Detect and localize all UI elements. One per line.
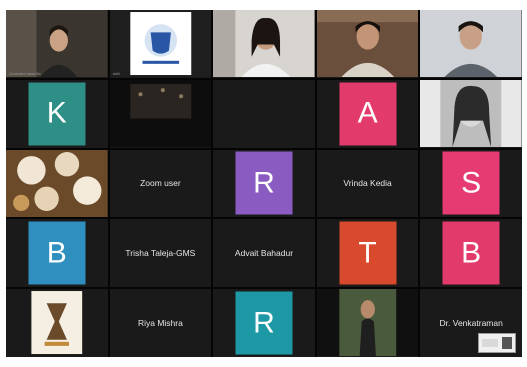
participant-tile[interactable]: B <box>6 219 108 288</box>
participant-avatar: R <box>235 291 293 355</box>
participant-tile[interactable] <box>420 79 522 148</box>
participant-video <box>6 10 108 78</box>
participant-tile[interactable]: Trisha Taleja-GMS <box>109 219 212 288</box>
participant-tile[interactable]: R <box>213 149 315 218</box>
participant-display-name: Trisha Taleja-GMS <box>125 248 196 259</box>
participant-tile[interactable] <box>213 79 315 148</box>
participant-video <box>420 10 522 78</box>
participant-tile[interactable] <box>6 149 108 218</box>
self-view-panel <box>502 337 512 349</box>
participant-tile[interactable]: Advait Bahadur <box>213 219 315 288</box>
participant-video <box>6 149 108 218</box>
participant-video <box>109 10 212 78</box>
participant-avatar: A <box>339 82 397 146</box>
participant-tile[interactable]: vidhi <box>109 10 212 78</box>
participant-tile[interactable]: Riya Mishra <box>109 289 212 357</box>
participant-tile[interactable]: B <box>420 219 522 288</box>
participant-avatar: R <box>235 151 293 215</box>
participant-tile[interactable]: Vrinda Kedia <box>316 149 419 218</box>
participant-video <box>6 289 108 357</box>
participant-tile[interactable]: T <box>316 219 419 288</box>
participant-tile[interactable]: K <box>6 79 108 148</box>
self-view-panel <box>482 339 498 347</box>
participant-video <box>316 289 419 357</box>
participant-tile[interactable] <box>213 10 315 78</box>
participant-avatar: T <box>339 221 397 285</box>
participant-video <box>316 10 419 78</box>
participant-tile[interactable] <box>109 79 212 148</box>
participant-avatar: B <box>442 221 500 285</box>
participant-avatar: S <box>442 151 500 215</box>
participant-name-label: Concealed name tile <box>9 71 41 76</box>
participant-video <box>109 79 212 148</box>
participant-tile[interactable]: Concealed name tile <box>6 10 108 78</box>
participant-avatar: K <box>28 82 86 146</box>
participant-tile[interactable] <box>316 10 419 78</box>
participant-video <box>420 79 522 148</box>
zoom-gallery-view: Concealed name tile vidhi K A Zoom user R Vrin… <box>6 10 522 357</box>
participant-tile[interactable]: S <box>420 149 522 218</box>
participant-tile[interactable]: Zoom user <box>109 149 212 218</box>
participant-display-name: Advait Bahadur <box>234 248 294 259</box>
participant-grid: Concealed name tile vidhi K A Zoom user R Vrin… <box>6 10 522 357</box>
participant-display-name: Zoom user <box>140 178 181 189</box>
participant-tile[interactable] <box>420 10 522 78</box>
participant-display-name: Riya Mishra <box>137 318 183 329</box>
participant-name-label: vidhi <box>112 71 120 76</box>
participant-avatar: B <box>28 221 86 285</box>
participant-tile[interactable] <box>316 289 419 357</box>
participant-tile[interactable]: R <box>213 289 315 357</box>
self-view-thumbnail[interactable] <box>478 333 516 353</box>
participant-display-name: Dr. Venkatraman <box>439 318 503 329</box>
participant-display-name: Vrinda Kedia <box>343 178 392 189</box>
participant-video <box>213 10 315 78</box>
participant-tile[interactable] <box>6 289 108 357</box>
participant-tile[interactable]: A <box>316 79 419 148</box>
